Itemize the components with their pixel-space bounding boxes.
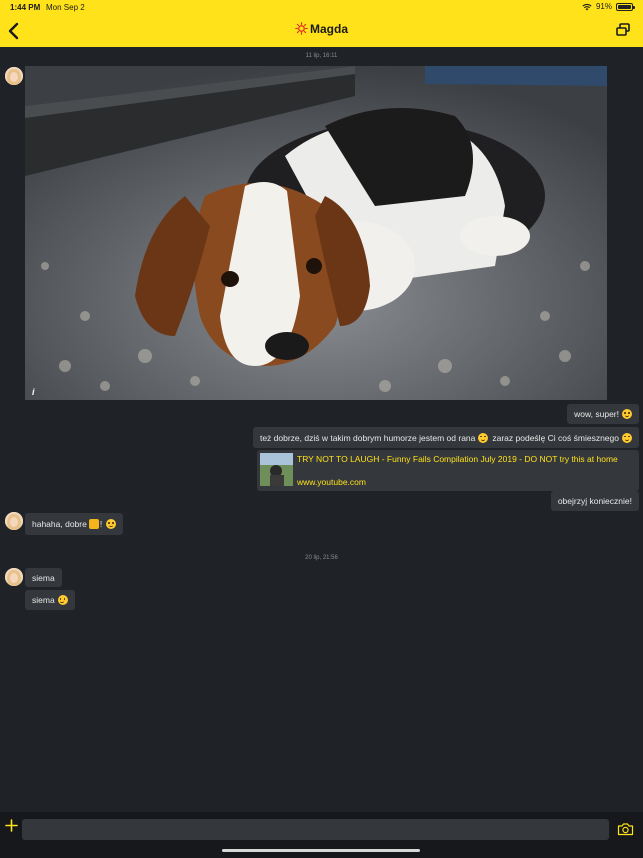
video-thumbnail — [260, 453, 293, 486]
battery-icon — [616, 2, 635, 11]
message-bubble-outgoing[interactable]: wow, super! — [567, 404, 639, 424]
message-text: zaraz podeślę Ci coś śmiesznego — [492, 432, 619, 443]
message-bubble-incoming[interactable]: hahaha, dobre ! — [25, 513, 124, 535]
link-url: www.youtube.com — [297, 477, 366, 487]
message-text: też dobrze, dziś w takim dobrym humorze … — [259, 432, 476, 443]
status-date: Mon Sep 2 — [46, 3, 85, 12]
smile-emoji-icon — [622, 409, 632, 419]
photo-message[interactable]: i — [25, 66, 607, 400]
date-separator: 11 lip, 16:11 — [305, 53, 338, 59]
link-title: TRY NOT TO LAUGH - Funny Fails Compilati… — [297, 454, 618, 464]
status-right: 91% — [582, 2, 635, 11]
wink-tongue-emoji-icon — [106, 519, 117, 529]
puppy-photo — [25, 66, 607, 400]
message-input[interactable] — [22, 819, 609, 840]
camera-icon[interactable] — [617, 822, 634, 836]
message-bubble-outgoing[interactable]: obejrzyj koniecznie! — [550, 491, 639, 511]
status-bar: 1:44 PM Mon Sep 2 91% — [0, 0, 643, 16]
message-text: siema — [32, 572, 55, 583]
navigation-bar: 1:44 PM Mon Sep 2 91% Magda — [0, 0, 643, 47]
contact-name: Magda — [309, 22, 348, 36]
wink-tongue-emoji-icon — [622, 432, 632, 443]
chat-title[interactable]: Magda — [0, 22, 643, 36]
contact-avatar[interactable] — [5, 568, 23, 586]
plus-icon[interactable] — [4, 818, 19, 833]
info-icon[interactable]: i — [32, 388, 40, 397]
smile-emoji-icon — [478, 432, 489, 443]
home-indicator — [222, 849, 420, 852]
link-preview-card[interactable]: TRY NOT TO LAUGH - Funny Fails Compilati… — [257, 450, 639, 491]
message-bubble-incoming[interactable]: siema — [25, 590, 75, 610]
date-separator: 20 lip, 21:56 — [305, 555, 338, 561]
status-time: 1:44 PM — [10, 3, 41, 12]
contact-avatar[interactable] — [5, 512, 23, 530]
message-text: wow, super! — [574, 409, 619, 419]
contact-avatar[interactable] — [5, 67, 23, 85]
message-bubble-outgoing[interactable]: też dobrze, dziś w takim dobrym humorze … — [252, 427, 639, 448]
smile-emoji-icon — [57, 595, 68, 605]
battery-percent: 91% — [595, 2, 612, 11]
message-text: hahaha, dobre — [32, 519, 87, 529]
windows-switch-icon[interactable] — [615, 22, 631, 38]
laughing-emoji-icon — [88, 519, 99, 529]
wifi-icon — [582, 3, 592, 10]
message-text: siema — [32, 595, 55, 605]
message-text: obejrzyj koniecznie! — [557, 496, 632, 506]
sun-icon — [295, 22, 308, 35]
message-bubble-incoming[interactable]: siema — [25, 568, 62, 587]
